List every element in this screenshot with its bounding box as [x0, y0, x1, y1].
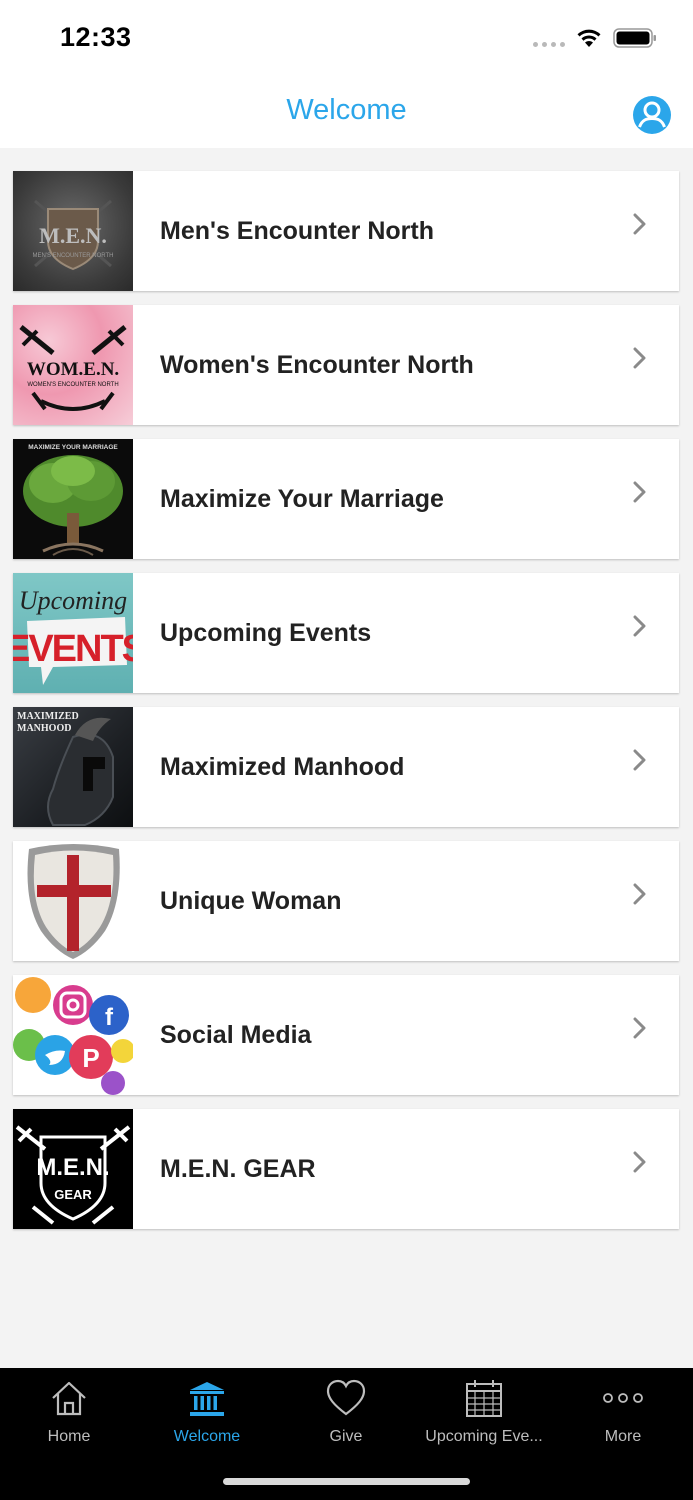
- calendar-icon: [466, 1380, 502, 1417]
- chevron-right-icon: [633, 1151, 646, 1173]
- house-icon: [52, 1381, 86, 1416]
- events-sign-image: Upcoming EVENTS: [13, 586, 133, 685]
- more-dots-icon: [603, 1393, 643, 1403]
- marriage-tree-thumbnail: MAXIMIZE YOUR MARRIAGE: [13, 439, 133, 559]
- svg-text:MAXIMIZE YOUR MARRIAGE: MAXIMIZE YOUR MARRIAGE: [28, 444, 118, 451]
- tab-give[interactable]: Give: [277, 1368, 415, 1458]
- svg-text:Upcoming: Upcoming: [19, 586, 127, 615]
- chevron-right-icon: [633, 481, 646, 503]
- list-item-men-gear[interactable]: M.E.N. GEAR M.E.N. GEAR: [13, 1109, 679, 1229]
- wifi-icon: [577, 29, 601, 47]
- svg-text:f: f: [105, 1004, 114, 1031]
- tab-label: Welcome: [173, 1428, 241, 1445]
- chevron-right-icon: [633, 883, 646, 905]
- tab-label: Upcoming Eve...: [425, 1428, 543, 1445]
- chevron-right-icon: [633, 615, 646, 637]
- tree-image: MAXIMIZE YOUR MARRIAGE: [23, 444, 123, 556]
- list-item-label: Maximized Manhood: [160, 752, 405, 781]
- svg-text:MAXIMIZED: MAXIMIZED: [17, 711, 79, 722]
- status-time: 12:33: [60, 22, 132, 52]
- list-item-mens-encounter-north[interactable]: M.E.N. MEN'S ENCOUNTER NORTH Men's Encou…: [13, 171, 679, 291]
- men-gear-thumbnail: M.E.N. GEAR: [13, 1109, 133, 1229]
- spartan-helmet-image: MAXIMIZED MANHOOD: [17, 711, 114, 826]
- tab-welcome[interactable]: Welcome: [138, 1368, 276, 1458]
- upcoming-events-thumbnail: Upcoming EVENTS: [13, 573, 133, 693]
- heart-icon: [326, 1379, 366, 1416]
- svg-text:GEAR: GEAR: [54, 1187, 92, 1202]
- chevron-right-icon: [633, 347, 646, 369]
- list-item-upcoming-events[interactable]: Upcoming EVENTS Upcoming Events: [13, 573, 679, 693]
- list-item-label: Social Media: [160, 1020, 312, 1049]
- svg-text:MANHOOD: MANHOOD: [17, 723, 71, 734]
- mens-encounter-thumbnail: M.E.N. MEN'S ENCOUNTER NORTH: [13, 171, 133, 291]
- svg-text:M.E.N.: M.E.N.: [36, 1154, 109, 1181]
- tab-home[interactable]: Home: [0, 1368, 138, 1458]
- home-indicator[interactable]: [223, 1478, 470, 1485]
- cellular-signal-icon: [533, 42, 565, 47]
- svg-text:WOM.E.N.: WOM.E.N.: [27, 359, 119, 380]
- profile-icon[interactable]: [632, 95, 672, 135]
- list-item-maximize-your-marriage[interactable]: MAXIMIZE YOUR MARRIAGE Maximize Your Mar…: [13, 439, 679, 559]
- shield-swords-logo: M.E.N. MEN'S ENCOUNTER NORTH: [32, 199, 114, 271]
- chevron-right-icon: [633, 213, 646, 235]
- svg-text:EVENTS: EVENTS: [13, 628, 133, 670]
- social-media-thumbnail: f P: [13, 975, 133, 1095]
- social-icons-image: f P: [13, 977, 133, 1095]
- svg-text:MEN'S ENCOUNTER NORTH: MEN'S ENCOUNTER NORTH: [32, 253, 113, 259]
- list-item-label: Upcoming Events: [160, 618, 372, 647]
- list-item-womens-encounter-north[interactable]: WOM.E.N. WOMEN'S ENCOUNTER NORTH Women's…: [13, 305, 679, 425]
- tab-more[interactable]: More: [554, 1368, 692, 1458]
- menu-list: M.E.N. MEN'S ENCOUNTER NORTH Men's Encou…: [13, 171, 679, 1243]
- tab-upcoming-events[interactable]: Upcoming Eve...: [415, 1368, 553, 1458]
- tab-label: Home: [47, 1428, 91, 1445]
- gear-shield-logo: M.E.N. GEAR: [15, 1125, 131, 1225]
- tab-label: More: [604, 1428, 642, 1445]
- battery-icon: [613, 28, 656, 48]
- list-item-label: Unique Woman: [160, 886, 342, 915]
- swords-logo: WOM.E.N. WOMEN'S ENCOUNTER NORTH: [19, 325, 127, 411]
- nav-bar: Welcome: [0, 74, 693, 148]
- crusader-shield-thumbnail: [13, 841, 133, 961]
- page-title: Welcome: [286, 94, 407, 126]
- list-item-social-media[interactable]: f P Social Media: [13, 975, 679, 1095]
- list-item-label: Women's Encounter North: [160, 350, 474, 379]
- bank-icon: [190, 1382, 224, 1416]
- status-bar: 12:33: [0, 0, 693, 74]
- svg-text:M.E.N.: M.E.N.: [39, 223, 107, 248]
- chevron-right-icon: [633, 749, 646, 771]
- maximized-manhood-thumbnail: MAXIMIZED MANHOOD: [13, 707, 133, 827]
- shield-icon: [27, 844, 120, 959]
- list-item-maximized-manhood[interactable]: MAXIMIZED MANHOOD Maximized Manhood: [13, 707, 679, 827]
- chevron-right-icon: [633, 1017, 646, 1039]
- list-item-label: Maximize Your Marriage: [160, 484, 444, 513]
- svg-text:WOMEN'S ENCOUNTER NORTH: WOMEN'S ENCOUNTER NORTH: [27, 382, 118, 388]
- svg-text:P: P: [82, 1043, 99, 1073]
- womens-encounter-thumbnail: WOM.E.N. WOMEN'S ENCOUNTER NORTH: [13, 305, 133, 425]
- tab-label: Give: [329, 1428, 363, 1445]
- list-item-unique-woman[interactable]: Unique Woman: [13, 841, 679, 961]
- list-item-label: M.E.N. GEAR: [160, 1154, 316, 1183]
- list-item-label: Men's Encounter North: [160, 216, 435, 245]
